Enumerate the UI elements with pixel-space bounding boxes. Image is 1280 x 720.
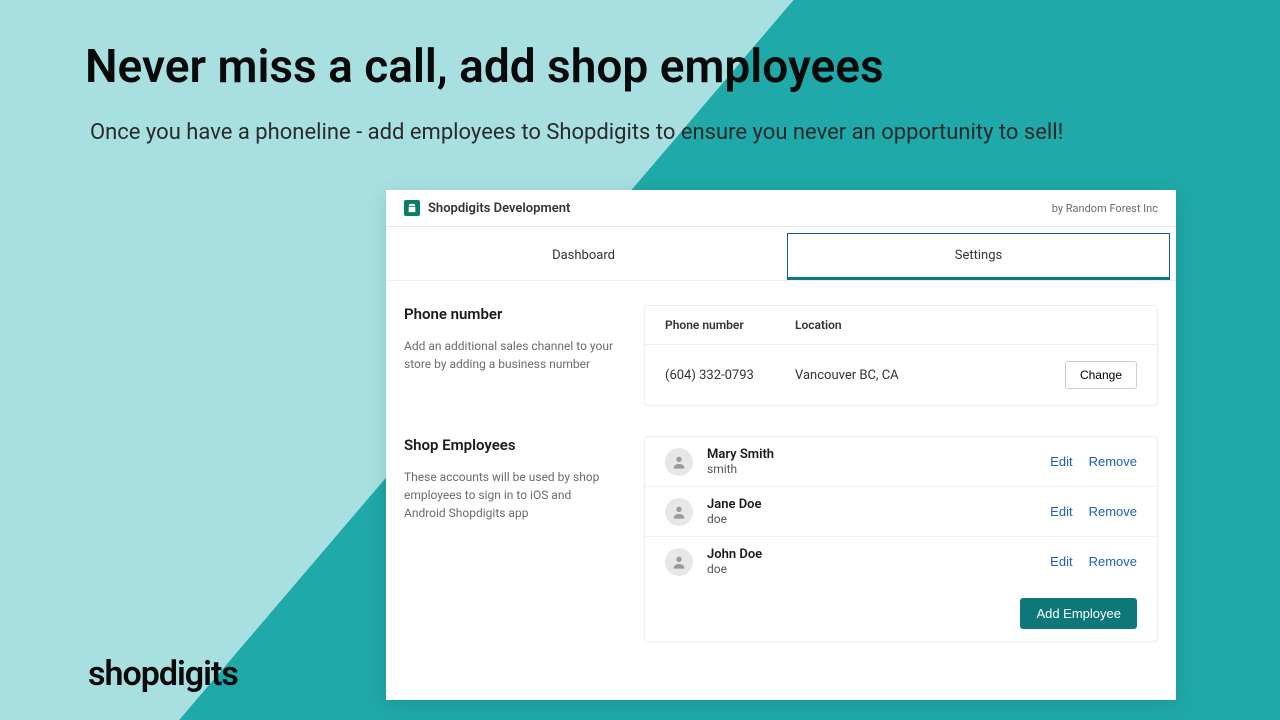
tab-dashboard[interactable]: Dashboard xyxy=(392,233,775,280)
phone-number-value: (604) 332-0793 xyxy=(665,368,795,383)
edit-button[interactable]: Edit xyxy=(1050,504,1072,519)
employee-name: John Doe xyxy=(707,547,1050,562)
employee-username: doe xyxy=(707,562,1050,576)
employee-row: John Doe doe Edit Remove xyxy=(645,537,1157,586)
remove-button[interactable]: Remove xyxy=(1089,504,1137,519)
change-button[interactable]: Change xyxy=(1065,361,1137,389)
hero-subtitle: Once you have a phoneline - add employee… xyxy=(90,115,1200,150)
employee-row: Jane Doe doe Edit Remove xyxy=(645,487,1157,537)
settings-content: Phone number Add an additional sales cha… xyxy=(386,281,1176,700)
app-window: Shopdigits Development by Random Forest … xyxy=(386,190,1176,700)
remove-button[interactable]: Remove xyxy=(1089,554,1137,569)
hero-title: Never miss a call, add shop employees xyxy=(85,40,884,94)
phone-section-title: Phone number xyxy=(404,305,614,323)
phone-card: Phone number Location (604) 332-0793 Van… xyxy=(644,305,1158,406)
employee-username: doe xyxy=(707,512,1050,526)
employee-list: Mary Smith smith Edit Remove Jane Doe do… xyxy=(645,437,1157,586)
phone-table-header: Phone number Location xyxy=(645,306,1157,345)
avatar-icon xyxy=(665,548,693,576)
employees-card: Mary Smith smith Edit Remove Jane Doe do… xyxy=(644,436,1158,642)
employees-section-desc: These accounts will be used by shop empl… xyxy=(404,468,614,522)
avatar-icon xyxy=(665,448,693,476)
app-byline: by Random Forest Inc xyxy=(1052,202,1158,215)
employees-card-footer: Add Employee xyxy=(645,586,1157,641)
app-logo-icon xyxy=(404,200,420,216)
employee-username: smith xyxy=(707,462,1050,476)
phone-section-desc: Add an additional sales channel to your … xyxy=(404,337,614,373)
phone-col-number: Phone number xyxy=(665,318,795,332)
tab-bar: Dashboard Settings xyxy=(386,227,1176,281)
employee-name: Mary Smith xyxy=(707,447,1050,462)
edit-button[interactable]: Edit xyxy=(1050,554,1072,569)
phone-col-location: Location xyxy=(795,318,1137,332)
tab-settings[interactable]: Settings xyxy=(787,233,1170,280)
brand-logo: shopdigits xyxy=(88,654,238,694)
edit-button[interactable]: Edit xyxy=(1050,454,1072,469)
employee-name: Jane Doe xyxy=(707,497,1050,512)
avatar-icon xyxy=(665,498,693,526)
employees-section: Shop Employees These accounts will be us… xyxy=(404,436,1158,642)
remove-button[interactable]: Remove xyxy=(1089,454,1137,469)
employees-section-title: Shop Employees xyxy=(404,436,614,454)
employee-row: Mary Smith smith Edit Remove xyxy=(645,437,1157,487)
app-title: Shopdigits Development xyxy=(428,201,570,216)
add-employee-button[interactable]: Add Employee xyxy=(1020,598,1137,629)
phone-row: (604) 332-0793 Vancouver BC, CA Change xyxy=(645,345,1157,405)
app-header: Shopdigits Development by Random Forest … xyxy=(386,190,1176,227)
phone-section: Phone number Add an additional sales cha… xyxy=(404,305,1158,406)
phone-location-value: Vancouver BC, CA xyxy=(795,368,1065,383)
